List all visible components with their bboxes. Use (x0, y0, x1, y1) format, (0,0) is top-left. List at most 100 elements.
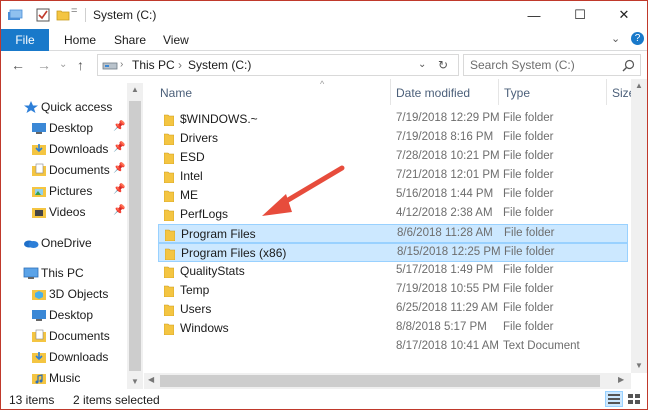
scroll-up-icon[interactable]: ▲ (635, 81, 643, 90)
column-separator[interactable] (606, 79, 607, 105)
large-icons-view-button[interactable] (625, 391, 643, 407)
sort-indicator-icon: ^ (320, 79, 325, 89)
table-row[interactable]: QualityStats 5/17/2018 1:49 PM File folder (158, 262, 628, 281)
folder-icon (164, 152, 174, 164)
nav-item-desktop[interactable]: Desktop 📌 (1, 118, 127, 139)
star-icon (24, 101, 38, 113)
file-date-modified: 7/19/2018 12:29 PM (396, 112, 500, 124)
nav-scroll-thumb[interactable] (129, 101, 141, 371)
videos-icon (32, 208, 46, 218)
up-button[interactable]: ↑ (77, 57, 84, 73)
scroll-left-icon[interactable]: ◀ (148, 375, 154, 384)
scroll-down-icon[interactable]: ▼ (131, 377, 139, 386)
horizontal-scroll-thumb[interactable] (160, 375, 600, 387)
table-row[interactable]: ME 5/16/2018 1:44 PM File folder (158, 186, 628, 205)
pin-icon[interactable]: 📌 (113, 163, 125, 174)
table-row[interactable]: Windows 8/8/2018 5:17 PM File folder (158, 319, 628, 338)
tab-file[interactable]: File (1, 29, 49, 51)
table-row[interactable]: Program Files 8/6/2018 11:28 AM File folde… (158, 224, 628, 243)
file-date-modified: 7/19/2018 10:55 PM (396, 283, 500, 295)
file-type: File folder (503, 150, 554, 162)
column-separator[interactable] (498, 79, 499, 105)
new-folder-icon[interactable] (55, 7, 71, 23)
column-header-name[interactable]: Name (160, 86, 192, 100)
minimize-button[interactable]: — (511, 1, 557, 29)
table-row[interactable]: Drivers 7/19/2018 8:16 PM File folder (158, 129, 628, 148)
nav-item-downloads-pc[interactable]: Downloads (1, 347, 127, 368)
nav-item-3d-objects[interactable]: 3D Objects (1, 284, 127, 305)
table-row[interactable]: ESD 7/28/2018 10:21 PM File folder (158, 148, 628, 167)
expand-ribbon-icon[interactable]: ⌄ (611, 32, 620, 45)
nav-scrollbar[interactable]: ▲ ▼ (127, 83, 143, 389)
nav-item-documents-pc[interactable]: Documents (1, 326, 127, 347)
column-header-type[interactable]: Type (504, 86, 530, 100)
column-headers: Name ^ Date modified Type Size (144, 79, 647, 105)
maximize-button[interactable]: ☐ (557, 1, 603, 29)
explorer-app-icon[interactable] (7, 7, 23, 23)
details-view-icon (608, 394, 620, 404)
nav-label: Quick access (41, 100, 113, 114)
file-date-modified: 7/19/2018 8:16 PM (396, 131, 494, 143)
nav-label: OneDrive (41, 236, 92, 250)
file-date-modified: 8/8/2018 5:17 PM (396, 321, 487, 333)
content-horizontal-scrollbar[interactable]: ◀ ▶ (144, 373, 631, 389)
help-icon[interactable]: ? (631, 32, 644, 45)
table-row[interactable]: Users 6/25/2018 11:29 AM File folder (158, 300, 628, 319)
nav-item-pictures[interactable]: Pictures 📌 (1, 181, 127, 202)
refresh-icon[interactable]: ↻ (438, 58, 448, 72)
table-row[interactable]: Program Files (x86) 8/15/2018 12:25 PM Fil… (158, 243, 628, 262)
tab-home[interactable]: Home (64, 33, 96, 47)
search-icon[interactable] (622, 59, 635, 72)
pin-icon[interactable]: 📌 (113, 184, 125, 195)
address-dropdown-icon[interactable]: ⌄ (418, 59, 426, 70)
drive-icon (102, 62, 118, 70)
nav-item-music[interactable]: Music (1, 368, 127, 389)
nav-label: Downloads (49, 350, 109, 364)
nav-item-documents[interactable]: Documents 📌 (1, 160, 127, 181)
breadcrumb-system-c[interactable]: System (C:) (188, 58, 251, 72)
file-name: ESD (180, 150, 205, 164)
scroll-right-icon[interactable]: ▶ (618, 375, 624, 384)
file-date-modified: 7/21/2018 12:01 PM (396, 169, 500, 181)
tab-view[interactable]: View (163, 33, 189, 47)
scroll-up-icon[interactable]: ▲ (131, 85, 139, 94)
file-date-modified: 8/15/2018 12:25 PM (397, 246, 501, 258)
nav-item-quick-access[interactable]: Quick access (1, 97, 127, 118)
recent-locations-button[interactable]: ⌄ (59, 59, 67, 70)
nav-item-videos[interactable]: Videos 📌 (1, 202, 127, 223)
file-date-modified: 8/17/2018 10:41 AM (396, 340, 499, 352)
table-row[interactable]: $WINDOWS.~ 7/19/2018 12:29 PM File folder (158, 110, 628, 129)
table-row[interactable]: Intel 7/21/2018 12:01 PM File folder (158, 167, 628, 186)
close-button[interactable]: ✕ (601, 1, 647, 29)
content-vertical-scrollbar[interactable]: ▲ ▼ (631, 79, 647, 373)
nav-item-this-pc[interactable]: This PC (1, 263, 127, 284)
pin-icon[interactable]: 📌 (113, 121, 125, 132)
nav-item-onedrive[interactable]: OneDrive (1, 233, 127, 254)
nav-item-desktop-pc[interactable]: Desktop (1, 305, 127, 326)
folder-icon (164, 266, 174, 278)
column-separator[interactable] (390, 79, 391, 105)
nav-label: Pictures (49, 184, 93, 198)
tab-share[interactable]: Share (114, 33, 146, 47)
search-box[interactable]: Search System (C:) (463, 54, 641, 76)
table-row[interactable]: Temp 7/19/2018 10:55 PM File folder (158, 281, 628, 300)
forward-button[interactable]: → (37, 57, 51, 73)
downloads-icon (32, 352, 46, 363)
table-row[interactable]: 8/17/2018 10:41 AM Text Document (158, 338, 628, 357)
table-row[interactable]: PerfLogs 4/12/2018 2:38 AM File folder (158, 205, 628, 224)
file-name: QualityStats (180, 264, 245, 278)
status-selection: 2 items selected (73, 393, 160, 407)
column-header-date[interactable]: Date modified (396, 86, 470, 100)
file-name: Drivers (180, 131, 218, 145)
back-button[interactable]: ← (11, 57, 25, 73)
breadcrumb-this-pc[interactable]: This PC (132, 58, 175, 72)
scroll-down-icon[interactable]: ▼ (635, 361, 643, 370)
pin-icon[interactable]: 📌 (113, 142, 125, 153)
pin-icon[interactable]: 📌 (113, 205, 125, 216)
address-bar[interactable]: › This PC › System (C:) ⌄ ↻ (97, 54, 459, 76)
nav-item-downloads[interactable]: Downloads 📌 (1, 139, 127, 160)
file-date-modified: 7/28/2018 10:21 PM (396, 150, 500, 162)
file-type: File folder (503, 169, 554, 181)
properties-icon[interactable] (35, 7, 51, 23)
details-view-button[interactable] (605, 391, 623, 407)
